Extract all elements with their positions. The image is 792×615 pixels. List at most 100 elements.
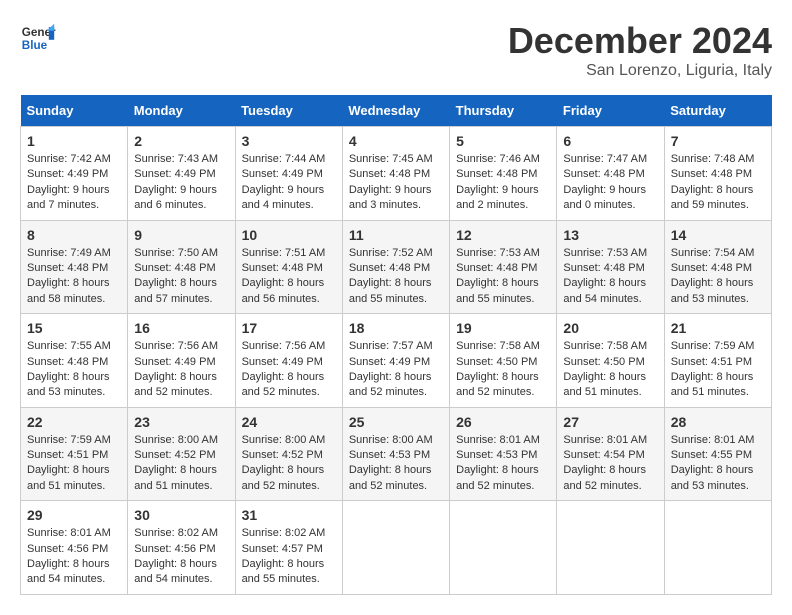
col-header-sunday: Sunday xyxy=(21,95,128,127)
calendar-week-4: 29 Sunrise: 8:01 AM Sunset: 4:56 PM Dayl… xyxy=(21,501,772,595)
day-info: Sunrise: 7:49 AM Sunset: 4:48 PM Dayligh… xyxy=(27,246,121,308)
day-number: 31 xyxy=(242,507,336,523)
day-info: Sunrise: 7:59 AM Sunset: 4:51 PM Dayligh… xyxy=(27,433,121,495)
day-info: Sunrise: 7:53 AM Sunset: 4:48 PM Dayligh… xyxy=(456,246,550,308)
calendar-cell xyxy=(557,501,664,595)
day-info: Sunrise: 8:01 AM Sunset: 4:53 PM Dayligh… xyxy=(456,433,550,495)
day-number: 13 xyxy=(563,227,657,243)
day-number: 1 xyxy=(27,133,121,149)
day-info: Sunrise: 8:02 AM Sunset: 4:57 PM Dayligh… xyxy=(242,526,336,588)
calendar-cell: 31 Sunrise: 8:02 AM Sunset: 4:57 PM Dayl… xyxy=(235,501,342,595)
day-number: 5 xyxy=(456,133,550,149)
day-info: Sunrise: 7:55 AM Sunset: 4:48 PM Dayligh… xyxy=(27,339,121,401)
calendar-cell: 19 Sunrise: 7:58 AM Sunset: 4:50 PM Dayl… xyxy=(450,314,557,408)
day-info: Sunrise: 7:50 AM Sunset: 4:48 PM Dayligh… xyxy=(134,246,228,308)
day-number: 7 xyxy=(671,133,765,149)
calendar-cell xyxy=(450,501,557,595)
day-number: 24 xyxy=(242,414,336,430)
calendar-cell: 28 Sunrise: 8:01 AM Sunset: 4:55 PM Dayl… xyxy=(664,407,771,501)
calendar-cell: 11 Sunrise: 7:52 AM Sunset: 4:48 PM Dayl… xyxy=(342,220,449,314)
day-number: 27 xyxy=(563,414,657,430)
day-number: 17 xyxy=(242,320,336,336)
calendar-cell: 23 Sunrise: 8:00 AM Sunset: 4:52 PM Dayl… xyxy=(128,407,235,501)
day-number: 28 xyxy=(671,414,765,430)
day-number: 30 xyxy=(134,507,228,523)
day-info: Sunrise: 8:00 AM Sunset: 4:53 PM Dayligh… xyxy=(349,433,443,495)
calendar-week-3: 22 Sunrise: 7:59 AM Sunset: 4:51 PM Dayl… xyxy=(21,407,772,501)
calendar-cell: 9 Sunrise: 7:50 AM Sunset: 4:48 PM Dayli… xyxy=(128,220,235,314)
day-info: Sunrise: 8:01 AM Sunset: 4:55 PM Dayligh… xyxy=(671,433,765,495)
day-info: Sunrise: 7:53 AM Sunset: 4:48 PM Dayligh… xyxy=(563,246,657,308)
calendar-cell: 24 Sunrise: 8:00 AM Sunset: 4:52 PM Dayl… xyxy=(235,407,342,501)
day-info: Sunrise: 8:01 AM Sunset: 4:56 PM Dayligh… xyxy=(27,526,121,588)
calendar-cell: 7 Sunrise: 7:48 AM Sunset: 4:48 PM Dayli… xyxy=(664,127,771,221)
day-info: Sunrise: 7:42 AM Sunset: 4:49 PM Dayligh… xyxy=(27,152,121,214)
day-number: 10 xyxy=(242,227,336,243)
logo-icon: General Blue xyxy=(20,20,56,56)
calendar-cell: 13 Sunrise: 7:53 AM Sunset: 4:48 PM Dayl… xyxy=(557,220,664,314)
day-info: Sunrise: 8:01 AM Sunset: 4:54 PM Dayligh… xyxy=(563,433,657,495)
day-info: Sunrise: 7:57 AM Sunset: 4:49 PM Dayligh… xyxy=(349,339,443,401)
calendar-cell: 5 Sunrise: 7:46 AM Sunset: 4:48 PM Dayli… xyxy=(450,127,557,221)
calendar-cell: 8 Sunrise: 7:49 AM Sunset: 4:48 PM Dayli… xyxy=(21,220,128,314)
day-number: 14 xyxy=(671,227,765,243)
calendar-cell: 3 Sunrise: 7:44 AM Sunset: 4:49 PM Dayli… xyxy=(235,127,342,221)
day-number: 15 xyxy=(27,320,121,336)
day-number: 25 xyxy=(349,414,443,430)
day-info: Sunrise: 7:54 AM Sunset: 4:48 PM Dayligh… xyxy=(671,246,765,308)
page-header: General Blue December 2024 San Lorenzo, … xyxy=(20,20,772,80)
svg-text:Blue: Blue xyxy=(22,39,48,52)
day-number: 3 xyxy=(242,133,336,149)
calendar-cell: 18 Sunrise: 7:57 AM Sunset: 4:49 PM Dayl… xyxy=(342,314,449,408)
day-number: 19 xyxy=(456,320,550,336)
calendar-cell: 12 Sunrise: 7:53 AM Sunset: 4:48 PM Dayl… xyxy=(450,220,557,314)
calendar-cell: 27 Sunrise: 8:01 AM Sunset: 4:54 PM Dayl… xyxy=(557,407,664,501)
day-info: Sunrise: 7:43 AM Sunset: 4:49 PM Dayligh… xyxy=(134,152,228,214)
day-number: 21 xyxy=(671,320,765,336)
calendar-cell: 21 Sunrise: 7:59 AM Sunset: 4:51 PM Dayl… xyxy=(664,314,771,408)
day-info: Sunrise: 7:56 AM Sunset: 4:49 PM Dayligh… xyxy=(134,339,228,401)
day-info: Sunrise: 8:00 AM Sunset: 4:52 PM Dayligh… xyxy=(242,433,336,495)
day-info: Sunrise: 7:52 AM Sunset: 4:48 PM Dayligh… xyxy=(349,246,443,308)
day-number: 4 xyxy=(349,133,443,149)
header-row: SundayMondayTuesdayWednesdayThursdayFrid… xyxy=(21,95,772,127)
day-number: 6 xyxy=(563,133,657,149)
day-info: Sunrise: 7:58 AM Sunset: 4:50 PM Dayligh… xyxy=(563,339,657,401)
calendar-cell: 2 Sunrise: 7:43 AM Sunset: 4:49 PM Dayli… xyxy=(128,127,235,221)
day-number: 8 xyxy=(27,227,121,243)
calendar-cell: 15 Sunrise: 7:55 AM Sunset: 4:48 PM Dayl… xyxy=(21,314,128,408)
calendar-cell: 22 Sunrise: 7:59 AM Sunset: 4:51 PM Dayl… xyxy=(21,407,128,501)
day-info: Sunrise: 7:44 AM Sunset: 4:49 PM Dayligh… xyxy=(242,152,336,214)
day-info: Sunrise: 8:00 AM Sunset: 4:52 PM Dayligh… xyxy=(134,433,228,495)
calendar-table: SundayMondayTuesdayWednesdayThursdayFrid… xyxy=(20,95,772,595)
day-info: Sunrise: 7:46 AM Sunset: 4:48 PM Dayligh… xyxy=(456,152,550,214)
day-info: Sunrise: 7:59 AM Sunset: 4:51 PM Dayligh… xyxy=(671,339,765,401)
day-number: 18 xyxy=(349,320,443,336)
col-header-monday: Monday xyxy=(128,95,235,127)
calendar-cell xyxy=(342,501,449,595)
calendar-cell: 4 Sunrise: 7:45 AM Sunset: 4:48 PM Dayli… xyxy=(342,127,449,221)
day-number: 23 xyxy=(134,414,228,430)
calendar-cell: 16 Sunrise: 7:56 AM Sunset: 4:49 PM Dayl… xyxy=(128,314,235,408)
calendar-cell: 26 Sunrise: 8:01 AM Sunset: 4:53 PM Dayl… xyxy=(450,407,557,501)
day-info: Sunrise: 7:51 AM Sunset: 4:48 PM Dayligh… xyxy=(242,246,336,308)
location-title: San Lorenzo, Liguria, Italy xyxy=(508,62,772,80)
col-header-saturday: Saturday xyxy=(664,95,771,127)
calendar-week-0: 1 Sunrise: 7:42 AM Sunset: 4:49 PM Dayli… xyxy=(21,127,772,221)
day-number: 12 xyxy=(456,227,550,243)
calendar-cell: 14 Sunrise: 7:54 AM Sunset: 4:48 PM Dayl… xyxy=(664,220,771,314)
day-info: Sunrise: 7:45 AM Sunset: 4:48 PM Dayligh… xyxy=(349,152,443,214)
calendar-cell: 30 Sunrise: 8:02 AM Sunset: 4:56 PM Dayl… xyxy=(128,501,235,595)
calendar-week-1: 8 Sunrise: 7:49 AM Sunset: 4:48 PM Dayli… xyxy=(21,220,772,314)
calendar-cell: 29 Sunrise: 8:01 AM Sunset: 4:56 PM Dayl… xyxy=(21,501,128,595)
col-header-wednesday: Wednesday xyxy=(342,95,449,127)
day-number: 26 xyxy=(456,414,550,430)
day-number: 20 xyxy=(563,320,657,336)
day-number: 2 xyxy=(134,133,228,149)
day-info: Sunrise: 7:58 AM Sunset: 4:50 PM Dayligh… xyxy=(456,339,550,401)
title-section: December 2024 San Lorenzo, Liguria, Ital… xyxy=(508,20,772,80)
day-info: Sunrise: 7:48 AM Sunset: 4:48 PM Dayligh… xyxy=(671,152,765,214)
calendar-cell: 1 Sunrise: 7:42 AM Sunset: 4:49 PM Dayli… xyxy=(21,127,128,221)
logo: General Blue xyxy=(20,20,56,56)
day-number: 11 xyxy=(349,227,443,243)
